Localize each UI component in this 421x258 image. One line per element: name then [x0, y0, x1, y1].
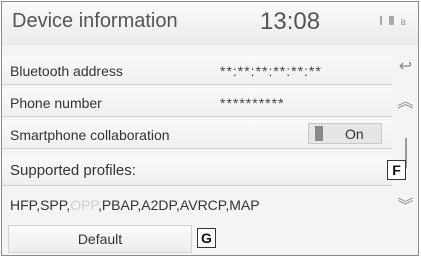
callout-f: F [387, 160, 406, 180]
back-arrow-icon: ↩ [398, 58, 413, 75]
profiles-dim: OPP [70, 197, 98, 213]
phone-number-value: ********** [220, 95, 285, 111]
double-chevron-down-icon: ︾ [397, 198, 414, 215]
default-button[interactable]: Default [8, 225, 192, 253]
phone-number-row: Phone number ********** [2, 88, 392, 117]
callout-g: G [197, 228, 216, 248]
smartphone-collaboration-label: Smartphone collaboration [10, 127, 170, 143]
bluetooth-address-label: Bluetooth address [10, 63, 123, 79]
profiles-part-2: ,PBAP,A2DP,AVRCP,MAP [97, 197, 260, 213]
clock: 13:08 [260, 8, 321, 35]
bluetooth-icon: ʙ [400, 17, 406, 28]
bluetooth-address-row: Bluetooth address **:**:**:**:**:** [2, 56, 392, 85]
device-info-screen: Device information 13:08 ʙ Bluetooth add… [1, 1, 419, 256]
phone-number-label: Phone number [10, 95, 102, 111]
toggle-state-label: On [345, 126, 364, 142]
bluetooth-address-value: **:**:**:**:**:** [220, 63, 322, 79]
battery-icon [388, 16, 394, 25]
supported-profiles-row: Supported profiles: [2, 155, 392, 186]
status-icons: ʙ [368, 16, 410, 28]
scroll-down-button[interactable]: ︾ [392, 192, 418, 220]
page-title: Device information [12, 10, 178, 32]
supported-profiles-list: HFP,SPP,OPP,PBAP,A2DP,AVRCP,MAP [10, 197, 260, 213]
supported-profiles-label: Supported profiles: [10, 162, 136, 179]
profiles-part-1: HFP,SPP, [10, 197, 71, 213]
header: Device information 13:08 ʙ [2, 2, 418, 45]
smartphone-collaboration-toggle[interactable]: On [308, 123, 382, 144]
toggle-indicator [315, 126, 323, 141]
signal-icon [368, 16, 382, 25]
double-chevron-up-icon: ︽ [397, 94, 414, 111]
scroll-up-button[interactable]: ︽ [392, 88, 418, 116]
smartphone-collaboration-row: Smartphone collaboration On [2, 120, 392, 149]
back-button[interactable]: ↩ [392, 56, 418, 84]
